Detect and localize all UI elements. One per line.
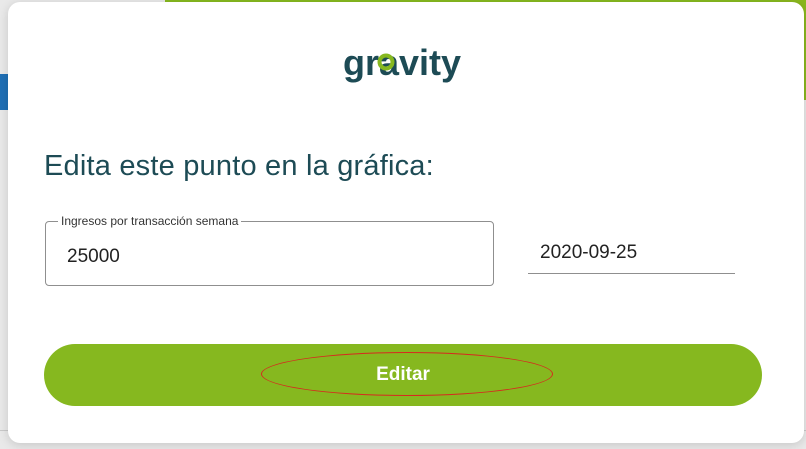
screen: gravity Edita este punto en la gráfica: … <box>0 0 806 449</box>
logo-wordmark: gravity <box>343 42 461 83</box>
edit-point-dialog: gravity Edita este punto en la gráfica: … <box>8 2 804 443</box>
revenue-input-label: Ingresos por transacción semana <box>58 214 242 228</box>
dialog-title: Edita este punto en la gráfica: <box>44 150 434 182</box>
gravity-logo: gravity <box>343 42 461 83</box>
revenue-input-value: 25000 <box>67 246 120 267</box>
edit-button[interactable]: Editar <box>44 344 762 406</box>
background-app-button <box>0 74 8 110</box>
date-input-field[interactable]: 2020-09-25 <box>528 238 735 274</box>
date-input-value: 2020-09-25 <box>540 242 638 263</box>
revenue-input-field[interactable]: Ingresos por transacción semana 25000 <box>45 214 494 286</box>
edit-button-label: Editar <box>376 364 430 385</box>
